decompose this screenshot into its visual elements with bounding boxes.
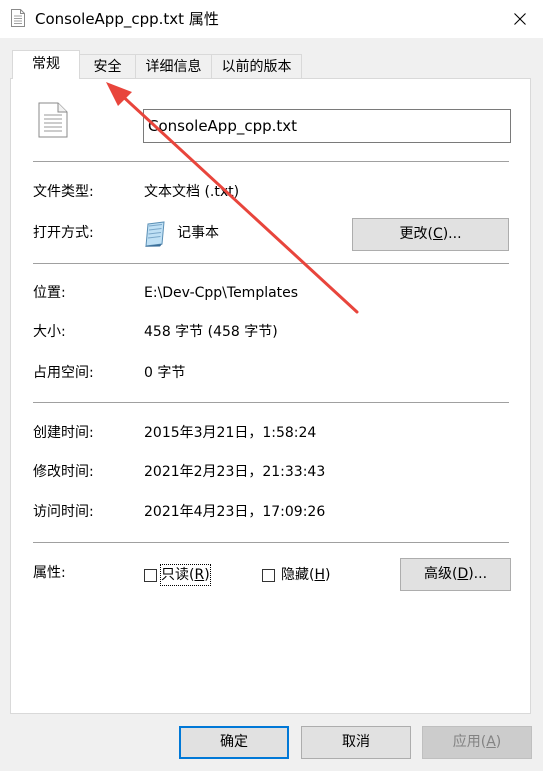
change-button[interactable]: 更改(C)... bbox=[352, 218, 509, 251]
tab-details-label: 详细信息 bbox=[145, 59, 202, 75]
open-with-value: 记事本 bbox=[177, 225, 219, 241]
readonly-label-text: 只读( bbox=[161, 567, 195, 583]
change-button-label: 更改( bbox=[399, 226, 433, 242]
disk-size-label: 占用空间: bbox=[33, 365, 94, 381]
apply-button-label: 应用( bbox=[452, 734, 487, 750]
tab-previous-versions-label: 以前的版本 bbox=[221, 59, 292, 75]
general-panel: 文件类型: 文本文档 (.txt) 打开方式: 记事本 更改(C)... 位置:… bbox=[10, 78, 531, 714]
close-icon bbox=[514, 13, 526, 25]
readonly-label[interactable]: 只读(R) bbox=[160, 564, 211, 586]
change-button-label-suffix: )... bbox=[442, 226, 462, 242]
size-value: 458 字节 (458 字节) bbox=[144, 324, 278, 340]
title-bar[interactable]: ConsoleApp_cpp.txt 属性 bbox=[0, 0, 543, 38]
file-type-value: 文本文档 (.txt) bbox=[144, 184, 240, 200]
open-with-label: 打开方式: bbox=[33, 225, 94, 241]
cancel-button[interactable]: 取消 bbox=[301, 726, 411, 759]
apply-button-accesskey: A bbox=[486, 734, 496, 750]
attributes-label: 属性: bbox=[33, 565, 66, 581]
file-type-label: 文件类型: bbox=[33, 184, 94, 200]
notepad-icon bbox=[145, 221, 165, 247]
tab-general-label: 常规 bbox=[32, 56, 60, 72]
hidden-checkbox[interactable] bbox=[262, 569, 275, 582]
created-value: 2015年3月21日，1:58:24 bbox=[144, 425, 317, 441]
modified-value: 2021年2月23日，21:33:43 bbox=[144, 464, 326, 480]
tab-previous-versions[interactable]: 以前的版本 bbox=[211, 54, 302, 78]
advanced-button[interactable]: 高级(D)... bbox=[400, 558, 511, 591]
divider bbox=[33, 542, 509, 543]
text-file-icon bbox=[11, 9, 25, 27]
advanced-button-label-suffix: )... bbox=[468, 566, 488, 582]
text-file-icon bbox=[38, 102, 68, 138]
tab-details[interactable]: 详细信息 bbox=[135, 54, 212, 78]
advanced-button-label: 高级( bbox=[423, 566, 458, 582]
hidden-label[interactable]: 隐藏(H) bbox=[281, 565, 330, 585]
divider bbox=[33, 402, 509, 403]
properties-dialog: ConsoleApp_cpp.txt 属性 常规 安全 详细信息 以前的版本 C… bbox=[0, 0, 543, 771]
divider bbox=[33, 161, 509, 162]
tab-general[interactable]: 常规 bbox=[12, 50, 80, 79]
created-label: 创建时间: bbox=[33, 425, 94, 441]
location-label: 位置: bbox=[33, 285, 66, 301]
accessed-label: 访问时间: bbox=[33, 504, 94, 520]
divider bbox=[33, 263, 509, 264]
close-button[interactable] bbox=[497, 0, 543, 38]
hidden-accesskey: H bbox=[314, 567, 325, 583]
ok-button[interactable]: 确定 bbox=[179, 726, 289, 759]
apply-button[interactable]: 应用(A) bbox=[422, 726, 532, 759]
modified-label: 修改时间: bbox=[33, 464, 94, 480]
filename-input[interactable] bbox=[143, 109, 511, 143]
size-label: 大小: bbox=[33, 324, 66, 340]
readonly-accesskey: R bbox=[194, 567, 205, 583]
apply-button-label-suffix: ) bbox=[495, 734, 502, 750]
ok-button-label: 确定 bbox=[220, 734, 248, 750]
disk-size-value: 0 字节 bbox=[144, 365, 186, 381]
tab-security-label: 安全 bbox=[93, 59, 122, 75]
readonly-label-suffix: ) bbox=[204, 567, 210, 583]
readonly-checkbox[interactable] bbox=[144, 569, 157, 582]
hidden-label-text: 隐藏( bbox=[281, 567, 315, 583]
hidden-label-suffix: ) bbox=[325, 567, 331, 583]
window-title: ConsoleApp_cpp.txt 属性 bbox=[35, 10, 219, 28]
location-value: E:\Dev-Cpp\Templates bbox=[144, 285, 299, 301]
change-button-accesskey: C bbox=[432, 226, 443, 242]
advanced-button-accesskey: D bbox=[457, 566, 469, 582]
tab-security[interactable]: 安全 bbox=[79, 54, 136, 78]
cancel-button-label: 取消 bbox=[342, 734, 370, 750]
accessed-value: 2021年4月23日，17:09:26 bbox=[144, 504, 326, 520]
